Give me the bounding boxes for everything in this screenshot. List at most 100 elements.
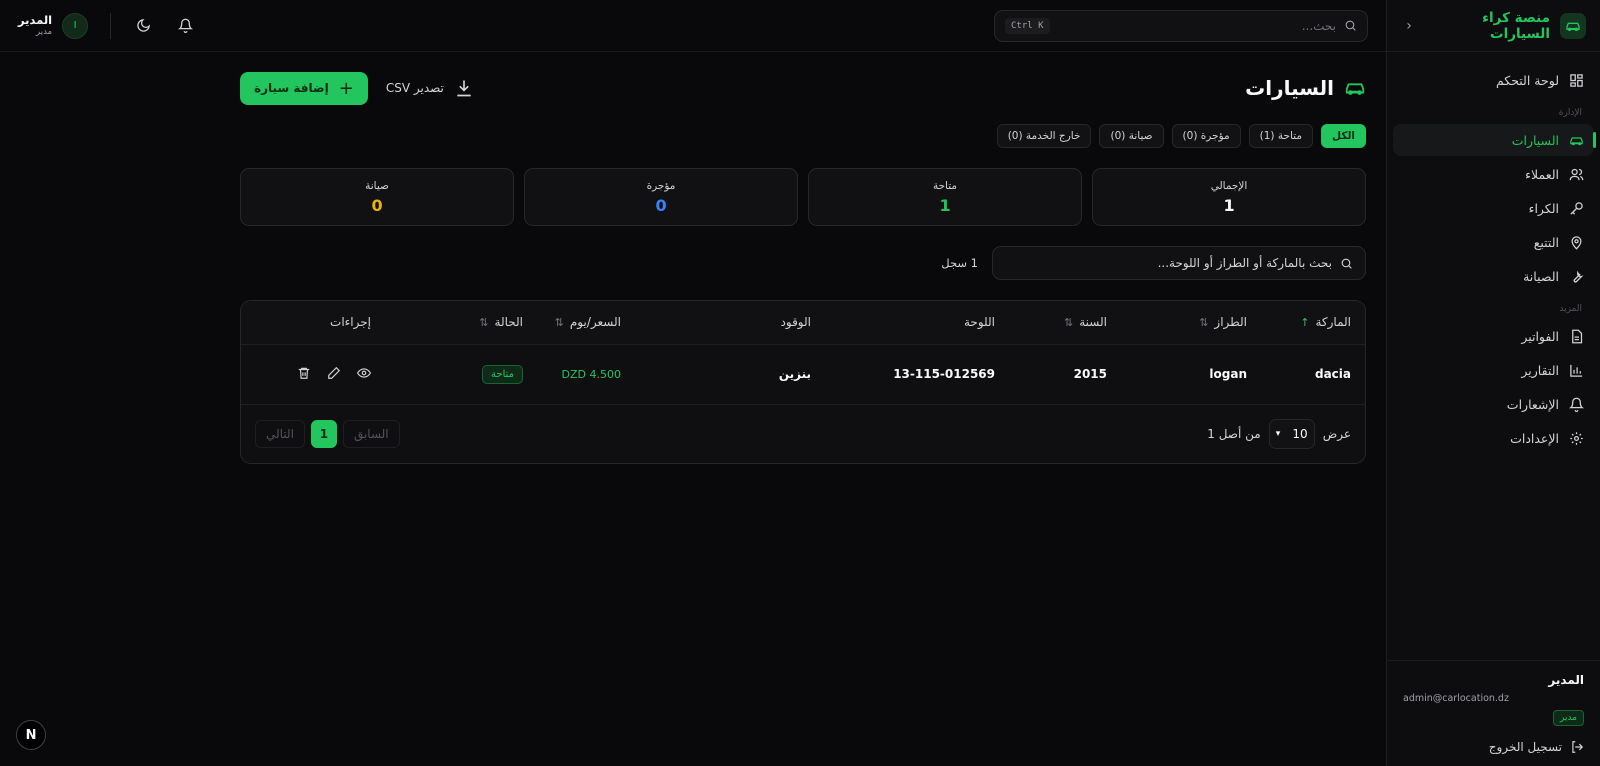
sidebar-item-customers[interactable]: العملاء [1393, 158, 1594, 190]
cell-actions [241, 344, 385, 405]
stat-label: الإجمالي [1210, 179, 1248, 192]
brand-header: منصة كراء السيارات ‹ [1387, 0, 1600, 52]
col-fuel: الوقود [635, 301, 825, 345]
stats-row: الإجمالي 1 متاحة 1 مؤجرة 0 صيانة 0 [240, 168, 1366, 226]
nav-section-admin: الإدارة [1558, 108, 1582, 118]
sidebar-user-panel: المدير admin@carlocation.dz مدير تسجيل ا… [1387, 660, 1600, 766]
col-year[interactable]: السنة⇅ [1009, 301, 1121, 345]
cars-table: الماركة↑ الطراز⇅ السنة⇅ اللوحة الوقود ال… [241, 301, 1365, 405]
sort-asc-icon: ↑ [1300, 316, 1310, 330]
global-search-input[interactable]: بحث... Ctrl K [994, 9, 1368, 42]
eye-icon [356, 367, 372, 378]
search-placeholder: بحث... [1301, 18, 1336, 33]
prev-page-button[interactable]: السابق [342, 419, 400, 448]
price-text: DZD 4.500 [561, 368, 621, 381]
filter-rented[interactable]: مؤجرة (0) [1171, 124, 1241, 148]
pencil-icon [328, 366, 341, 379]
gear-icon [1570, 431, 1583, 445]
nextjs-logo[interactable]: N [16, 720, 46, 750]
record-count: 1 سجل [941, 256, 978, 270]
cell-status: متاحة [385, 344, 537, 405]
avatar: I [62, 12, 89, 39]
bar-chart-icon [1570, 364, 1583, 377]
add-car-label: إضافة سيارة [254, 81, 329, 95]
stat-value: 1 [939, 195, 951, 215]
page-size-select[interactable]: 10 ▾ [1268, 418, 1315, 449]
page-size-value: 10 [1292, 426, 1308, 441]
col-actions: إجراءات [241, 301, 385, 345]
row-actions [255, 366, 372, 383]
stat-value: 0 [655, 195, 667, 215]
sidebar-item-notifications[interactable]: الإشعارات [1393, 388, 1594, 420]
sidebar-item-label: الإعدادات [1510, 430, 1559, 446]
cell-plate: 13-115-012569 [825, 344, 1009, 405]
theme-toggle-button[interactable] [133, 16, 153, 36]
stat-label: صيانة [365, 179, 389, 192]
shortcut-hint: Ctrl K [1005, 17, 1050, 34]
filter-all[interactable]: الكل [1320, 124, 1366, 148]
bell-icon [177, 18, 193, 33]
topbar-user-role: مدير [36, 26, 53, 37]
cell-fuel: بنزين [635, 344, 825, 405]
sidebar-item-settings[interactable]: الإعدادات [1393, 422, 1594, 454]
view-button[interactable] [356, 366, 372, 383]
sort-icon: ⇅ [479, 316, 489, 330]
sidebar-nav: لوحة التحكم الإدارة السيارات العملاء الك… [1387, 52, 1600, 468]
users-icon [1569, 168, 1584, 180]
sort-icon: ⇅ [1064, 316, 1074, 330]
export-csv-button[interactable]: تصدير CSV [386, 78, 474, 98]
table-toolbar: بحث بالماركة أو الطراز أو اللوحة... 1 سج… [240, 246, 1366, 280]
sidebar-item-invoices[interactable]: الفواتير [1393, 320, 1594, 352]
delete-button[interactable] [297, 366, 311, 383]
search-icon [1341, 258, 1352, 269]
collapse-sidebar-icon[interactable]: ‹ [1401, 18, 1417, 34]
logout-button[interactable]: تسجيل الخروج [1403, 740, 1584, 754]
topbar-actions: I المدير مدير [18, 12, 195, 39]
table-header-row: الماركة↑ الطراز⇅ السنة⇅ اللوحة الوقود ال… [241, 301, 1365, 345]
sidebar-item-label: لوحة التحكم [1495, 72, 1559, 88]
stat-label: مؤجرة [646, 179, 676, 192]
notifications-button[interactable] [175, 16, 195, 36]
sidebar-item-tracking[interactable]: التتبع [1393, 226, 1594, 258]
sidebar-item-label: السيارات [1511, 132, 1559, 148]
map-pin-icon [1571, 235, 1582, 250]
user-menu[interactable]: I المدير مدير [18, 12, 89, 39]
topbar-divider [110, 12, 112, 39]
page-1-button[interactable]: 1 [310, 419, 337, 448]
export-label: تصدير CSV [385, 81, 444, 95]
sidebar-item-cars[interactable]: السيارات [1393, 124, 1596, 156]
edit-button[interactable] [327, 366, 341, 383]
cell-brand: dacia [1261, 344, 1365, 405]
stat-card-total: الإجمالي 1 [1092, 168, 1366, 226]
table-row[interactable]: dacia logan 2015 13-115-012569 بنزين DZD… [241, 344, 1365, 405]
table-search-input[interactable]: بحث بالماركة أو الطراز أو اللوحة... [992, 246, 1366, 280]
sidebar-item-dashboard[interactable]: لوحة التحكم [1393, 64, 1594, 96]
wrench-icon [1573, 270, 1584, 282]
next-page-button[interactable]: التالي [255, 419, 305, 448]
main-area: بحث... Ctrl K I المدير مدير السيارات تصد… [0, 0, 1386, 766]
filter-maintenance[interactable]: صيانة (0) [1099, 124, 1164, 148]
sidebar-item-label: التتبع [1533, 234, 1559, 250]
col-brand[interactable]: الماركة↑ [1261, 301, 1365, 345]
col-model[interactable]: الطراز⇅ [1121, 301, 1261, 345]
stat-card-maintenance: صيانة 0 [240, 168, 514, 226]
role-badge: مدير [1552, 710, 1584, 726]
stat-card-rented: مؤجرة 0 [524, 168, 798, 226]
pagination: عرض 10 ▾ من أصل 1 السابق 1 التالي [241, 405, 1365, 463]
logout-label: تسجيل الخروج [1488, 740, 1562, 754]
filter-out-of-service[interactable]: خارج الخدمة (0) [996, 124, 1092, 148]
user-info: المدير مدير [18, 14, 52, 37]
topbar: بحث... Ctrl K I المدير مدير [0, 0, 1386, 52]
filter-available[interactable]: متاحة (1) [1248, 124, 1313, 148]
sidebar-item-reports[interactable]: التقارير [1393, 354, 1594, 386]
page-content: السيارات تصدير CSV + إضافة سيارة الكل مت… [240, 52, 1366, 464]
stat-card-available: متاحة 1 [808, 168, 1082, 226]
col-plate: اللوحة [825, 301, 1009, 345]
col-price[interactable]: السعر/يوم⇅ [537, 301, 635, 345]
col-status[interactable]: الحالة⇅ [385, 301, 537, 345]
sidebar-item-rentals[interactable]: الكراء [1393, 192, 1594, 224]
sidebar-item-maintenance[interactable]: الصيانة [1393, 260, 1594, 292]
add-car-button[interactable]: + إضافة سيارة [240, 71, 368, 105]
app-root: منصة كراء السيارات ‹ لوحة التحكم الإدارة… [0, 0, 1600, 766]
cell-model: logan [1121, 344, 1261, 405]
